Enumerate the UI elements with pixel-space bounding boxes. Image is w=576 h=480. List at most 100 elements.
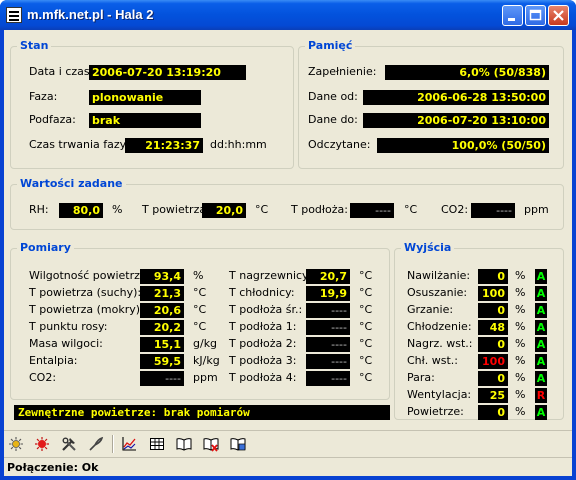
- app-icon[interactable]: [6, 7, 22, 23]
- pomiary-label: Wilgotność powietrza:: [29, 269, 151, 282]
- data-label: Data i czas:: [29, 65, 94, 78]
- output-state-indicator[interactable]: A: [535, 286, 547, 301]
- alarm-icon[interactable]: [34, 436, 50, 452]
- maximize-icon: [529, 9, 542, 21]
- output-value: 25: [478, 388, 508, 403]
- zapelnienie-value: 6,0% (50/838): [385, 65, 549, 80]
- main-window: m.mfk.net.pl - Hala 2 Stan Data i czas: …: [0, 0, 576, 480]
- probe-icon[interactable]: [88, 436, 104, 452]
- output-state-indicator[interactable]: R: [535, 388, 547, 403]
- pomiary-label: T powietrza (mokry):: [29, 303, 144, 316]
- pomiary-label: T chłodnicy:: [229, 286, 295, 299]
- pomiary-value: ----: [306, 354, 350, 369]
- toolbar: [4, 430, 572, 457]
- title-bar[interactable]: m.mfk.net.pl - Hala 2: [0, 0, 576, 30]
- pomiary-unit: kJ/kg: [193, 354, 220, 367]
- odczytane-label: Odczytane:: [308, 138, 371, 151]
- maximize-button[interactable]: [525, 5, 546, 26]
- output-label: Nawilżanie:: [407, 269, 471, 282]
- pomiary-unit: °C: [359, 269, 373, 282]
- output-state-indicator[interactable]: A: [535, 303, 547, 318]
- output-unit: %: [515, 286, 526, 299]
- output-label: Chł. wst.:: [407, 354, 459, 367]
- output-state-indicator[interactable]: A: [535, 337, 547, 352]
- zadane-title: Wartości zadane: [17, 177, 126, 190]
- pomiary-label: CO2:: [29, 371, 57, 384]
- pomiary-group: Pomiary Wilgotność powietrza: 93,4% T powi…: [10, 241, 390, 400]
- output-label: Powietrze:: [407, 405, 464, 418]
- pomiary-label: T podłoża 2:: [229, 337, 297, 350]
- pomiary-unit: °C: [359, 354, 373, 367]
- rh-unit: %: [112, 203, 123, 216]
- pomiary-value: 59,5: [140, 354, 184, 369]
- co2-zadane-unit: ppm: [524, 203, 549, 216]
- output-state-indicator[interactable]: A: [535, 269, 547, 284]
- output-label: Chłodzenie:: [407, 320, 472, 333]
- output-unit: %: [515, 269, 526, 282]
- output-label: Para:: [407, 371, 435, 384]
- pamiec-group: Pamięć Zapełnienie: 6,0% (50/838) Dane o…: [298, 39, 564, 169]
- rh-value: 80,0: [59, 203, 103, 218]
- table-icon[interactable]: [149, 436, 165, 452]
- pomiary-title: Pomiary: [17, 241, 74, 254]
- output-state-indicator[interactable]: A: [535, 371, 547, 386]
- faza-value: plonowanie: [89, 90, 201, 105]
- close-icon: [553, 10, 564, 21]
- output-unit: %: [515, 354, 526, 367]
- tpow-label: T powietrza:: [142, 203, 210, 216]
- pomiary-unit: °C: [359, 337, 373, 350]
- faza-label: Faza:: [29, 90, 58, 103]
- stan-group: Stan Data i czas: 2006-07-20 13:19:20 Fa…: [10, 39, 294, 169]
- output-value: 100: [478, 354, 508, 369]
- czas-label: Czas trwania fazy:: [29, 138, 130, 151]
- minimize-button[interactable]: [502, 5, 523, 26]
- zadane-group: Wartości zadane RH: 80,0 % T powietrza: …: [10, 177, 564, 230]
- message-bar: Zewnętrzne powietrze: brak pomiarów: [14, 405, 390, 420]
- pomiary-value: 19,9: [306, 286, 350, 301]
- output-unit: %: [515, 320, 526, 333]
- pomiary-unit: g/kg: [193, 337, 218, 350]
- pomiary-unit: ppm: [193, 371, 218, 384]
- pomiary-label: T podłoża 3:: [229, 354, 297, 367]
- output-value: 0: [478, 303, 508, 318]
- wyjscia-group: Wyjścia Nawilżanie: 0% A Osuszanie: 100% A Grz…: [394, 241, 564, 420]
- output-unit: %: [515, 405, 526, 418]
- pomiary-value: 93,4: [140, 269, 184, 284]
- data-value: 2006-07-20 13:19:20: [89, 65, 246, 80]
- close-button[interactable]: [548, 5, 569, 26]
- pamiec-title: Pamięć: [305, 39, 356, 52]
- chart-icon[interactable]: [121, 436, 137, 452]
- pomiary-label: T punktu rosy:: [29, 320, 108, 333]
- tools-icon[interactable]: [61, 436, 77, 452]
- output-label: Nagrz. wst.:: [407, 337, 473, 350]
- dane-do-label: Dane do:: [308, 113, 358, 126]
- pomiary-unit: °C: [193, 320, 207, 333]
- output-unit: %: [515, 337, 526, 350]
- pomiary-value: ----: [306, 371, 350, 386]
- book-icon[interactable]: [176, 436, 192, 452]
- output-state-indicator[interactable]: A: [535, 405, 547, 420]
- output-state-indicator[interactable]: A: [535, 354, 547, 369]
- client-area: Stan Data i czas: 2006-07-20 13:19:20 Fa…: [4, 30, 572, 476]
- output-value: 0: [478, 405, 508, 420]
- minimize-icon: [508, 18, 515, 21]
- pomiary-label: T powietrza (suchy):: [29, 286, 142, 299]
- output-state-indicator[interactable]: A: [535, 320, 547, 335]
- output-value: 0: [478, 371, 508, 386]
- book-delete-icon[interactable]: [203, 436, 219, 452]
- output-label: Osuszanie:: [407, 286, 468, 299]
- pomiary-value: ----: [306, 303, 350, 318]
- tpod-label: T podłoża:: [291, 203, 348, 216]
- book-export-icon[interactable]: [230, 436, 246, 452]
- pomiary-unit: °C: [359, 371, 373, 384]
- wyjscia-title: Wyjścia: [401, 241, 455, 254]
- pomiary-label: T podłoża śr.:: [229, 303, 303, 316]
- pomiary-unit: %: [193, 269, 204, 282]
- output-unit: %: [515, 303, 526, 316]
- pomiary-unit: °C: [359, 286, 373, 299]
- stan-title: Stan: [17, 39, 52, 52]
- dane-od-value: 2006-06-28 13:50:00: [363, 90, 549, 105]
- podfaza-label: Podfaza:: [29, 113, 76, 126]
- sun-icon[interactable]: [8, 436, 24, 452]
- co2-zadane-label: CO2:: [441, 203, 469, 216]
